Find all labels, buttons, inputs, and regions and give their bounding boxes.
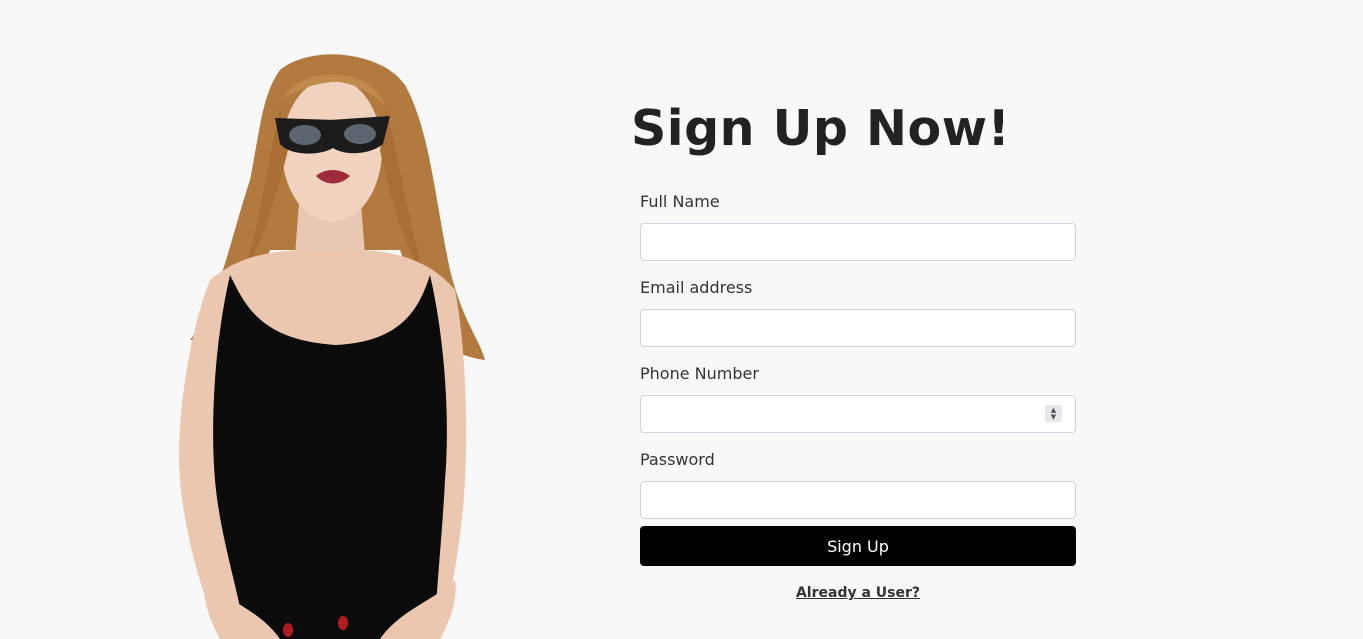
email-input[interactable] — [640, 309, 1076, 347]
password-field: Password — [640, 448, 1076, 519]
phone-label: Phone Number — [640, 364, 759, 383]
password-label: Password — [640, 450, 715, 469]
sign-up-button[interactable]: Sign Up — [640, 526, 1076, 566]
password-input[interactable] — [640, 481, 1076, 519]
woman-illustration — [179, 54, 485, 639]
full-name-field: Full Name — [640, 190, 1076, 261]
hero-image — [150, 40, 500, 639]
full-name-label: Full Name — [640, 192, 720, 211]
phone-input[interactable] — [640, 395, 1076, 433]
already-user-link[interactable]: Already a User? — [640, 585, 1076, 601]
full-name-input[interactable] — [640, 223, 1076, 261]
signup-form: Full Name Email address Phone Number ▲ ▼… — [640, 190, 1076, 601]
number-spinner[interactable]: ▲ ▼ — [1045, 405, 1062, 422]
chevron-down-icon[interactable]: ▼ — [1051, 413, 1056, 421]
phone-field: Phone Number ▲ ▼ — [640, 362, 1076, 433]
email-field: Email address — [640, 276, 1076, 347]
signup-page: Sign Up Now! Full Name Email address Pho… — [0, 0, 1363, 639]
email-label: Email address — [640, 278, 753, 297]
page-title: Sign Up Now! — [631, 100, 1011, 157]
